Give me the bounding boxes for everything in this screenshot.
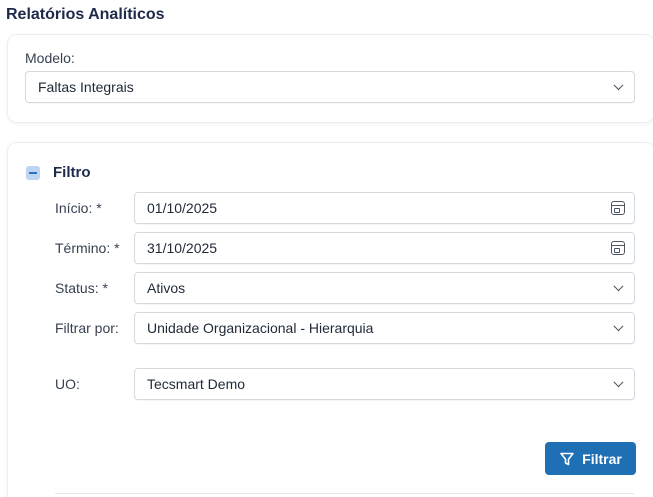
uo-select[interactable]: Tecsmart Demo — [134, 368, 635, 400]
start-date-input[interactable]: 01/10/2025 — [134, 192, 635, 224]
filter-card: Filtro Início: * 01/10/2025 Término: * 3… — [7, 142, 653, 497]
calendar-icon[interactable] — [611, 241, 625, 255]
chevron-down-icon — [613, 321, 624, 332]
end-date-input[interactable]: 31/10/2025 — [134, 232, 635, 264]
chevron-down-icon — [613, 377, 624, 388]
uo-label: UO: — [55, 376, 80, 392]
page-title: Relatórios Analíticos — [6, 6, 165, 23]
filter-title: Filtro — [53, 164, 91, 181]
filter-button-label: Filtrar — [582, 450, 622, 467]
start-date-value: 01/10/2025 — [147, 200, 218, 216]
filter-button[interactable]: Filtrar — [545, 442, 636, 475]
model-select-value: Faltas Integrais — [38, 79, 134, 95]
end-date-label: Término: * — [55, 240, 120, 256]
status-select-value: Ativos — [147, 280, 186, 296]
model-card: Modelo: Faltas Integrais — [7, 34, 653, 123]
chevron-down-icon — [613, 80, 624, 91]
divider — [55, 493, 634, 494]
calendar-icon[interactable] — [611, 201, 625, 215]
start-date-label: Início: * — [55, 200, 102, 216]
status-label: Status: * — [55, 280, 108, 296]
minus-square-icon[interactable] — [26, 166, 40, 180]
filter-by-select[interactable]: Unidade Organizacional - Hierarquia — [134, 312, 635, 344]
chevron-down-icon — [613, 281, 624, 292]
model-label: Modelo: — [25, 50, 75, 66]
filter-by-label: Filtrar por: — [55, 320, 119, 336]
filter-by-select-value: Unidade Organizacional - Hierarquia — [147, 320, 374, 336]
end-date-value: 31/10/2025 — [147, 240, 218, 256]
funnel-icon — [560, 452, 574, 465]
uo-select-value: Tecsmart Demo — [147, 376, 246, 392]
model-select[interactable]: Faltas Integrais — [25, 71, 635, 103]
status-select[interactable]: Ativos — [134, 272, 635, 304]
